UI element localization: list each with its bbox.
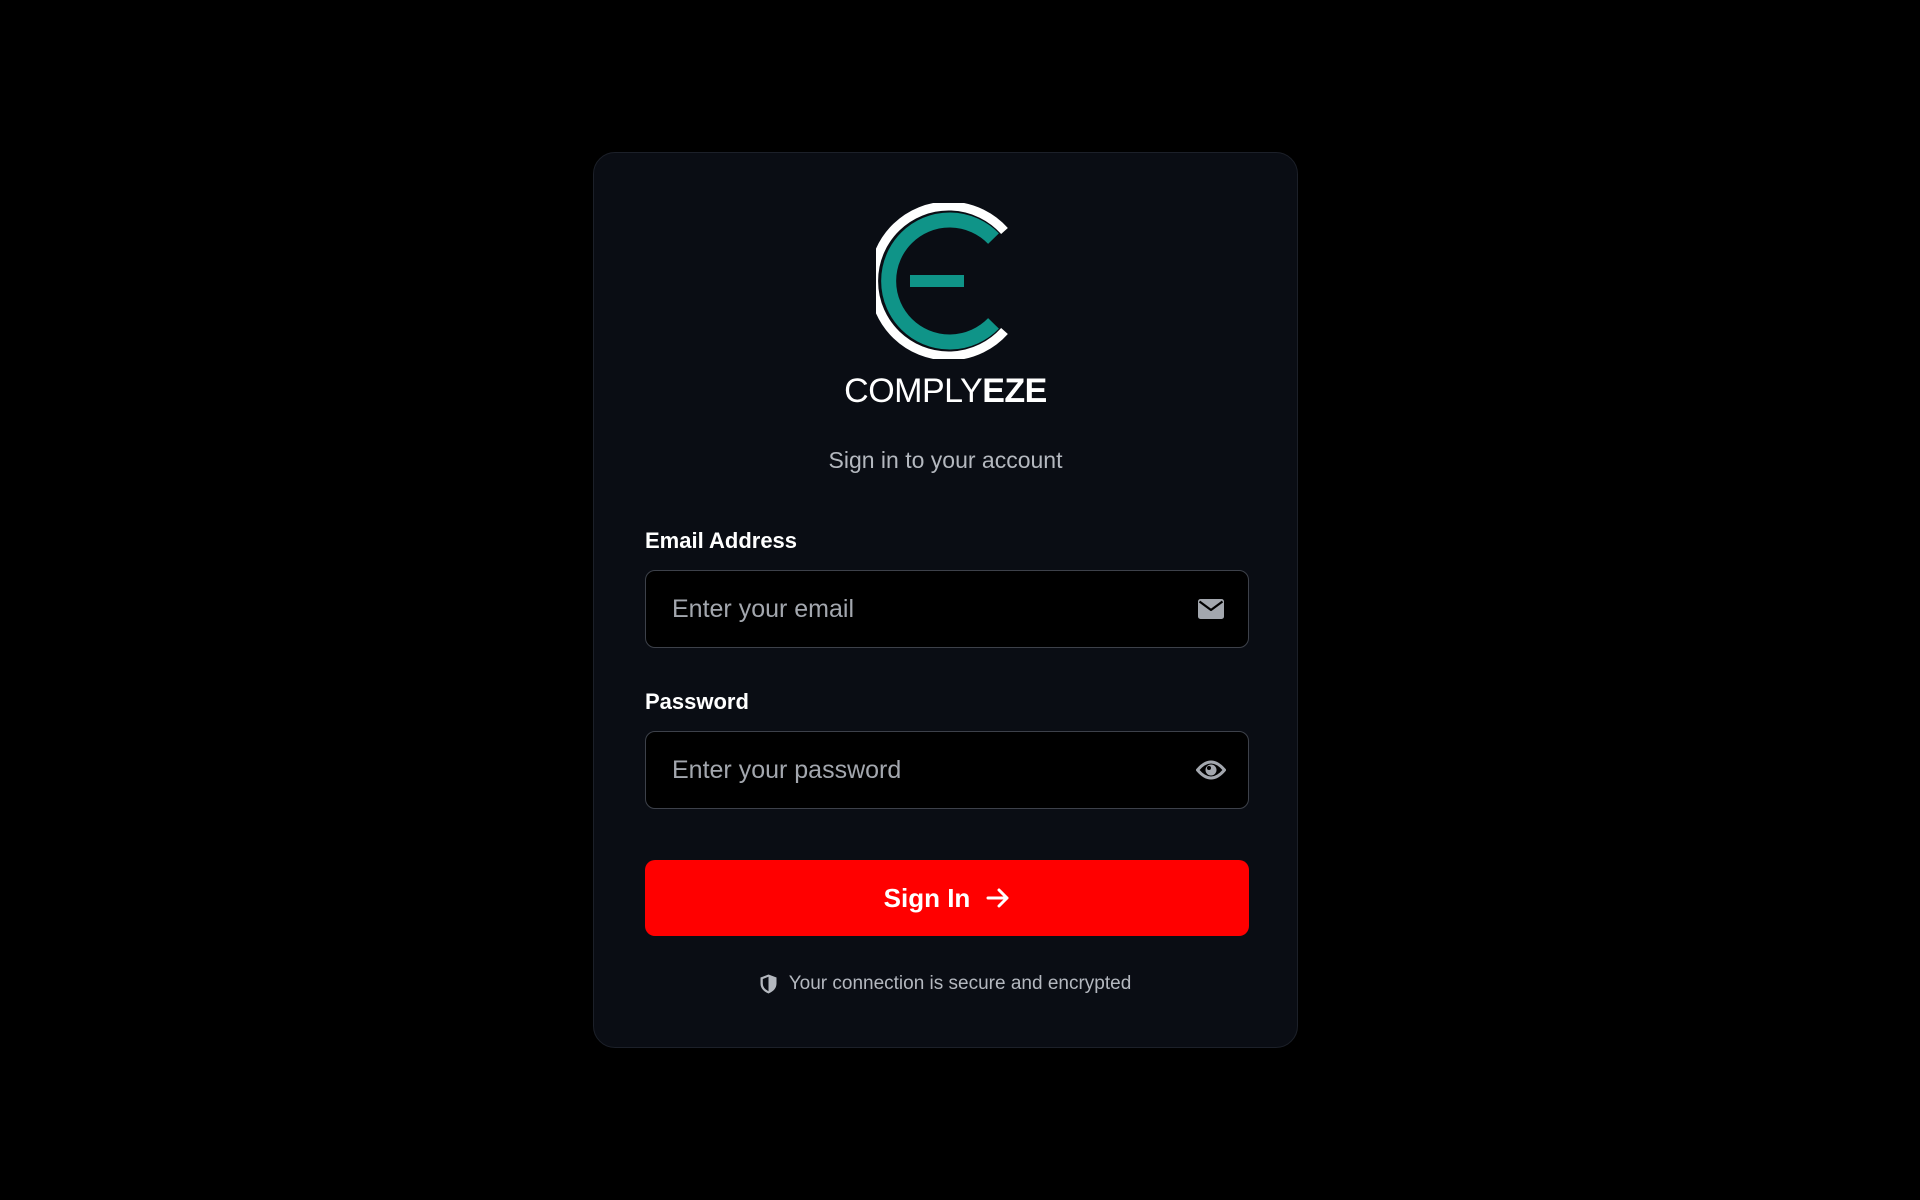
eye-icon[interactable] [1196,755,1226,785]
arrow-right-icon [986,887,1010,909]
email-field-wrapper [645,570,1249,648]
brand-name-bold: EZE [982,372,1047,410]
email-label: Email Address [645,528,798,553]
password-input[interactable] [646,732,1166,808]
security-note: Your connection is secure and encrypted [594,972,1297,996]
password-label: Password [645,689,749,714]
brand-name-light: COMPLY [844,372,983,410]
brand-logo [594,203,1297,359]
shield-icon [760,974,777,994]
envelope-icon [1196,594,1226,624]
sign-in-label: Sign In [883,882,971,913]
password-field-wrapper [645,731,1249,809]
page-subtitle: Sign in to your account [828,447,1063,473]
sign-in-button[interactable]: Sign In [645,860,1249,936]
login-card: COMPLYEZE Sign in to your account Email … [593,152,1298,1048]
security-note-text: Your connection is secure and encrypted [788,973,1132,994]
complyeze-logo-icon [875,203,1008,359]
brand-name: COMPLYEZE [594,371,1297,411]
email-input[interactable] [646,571,1166,647]
